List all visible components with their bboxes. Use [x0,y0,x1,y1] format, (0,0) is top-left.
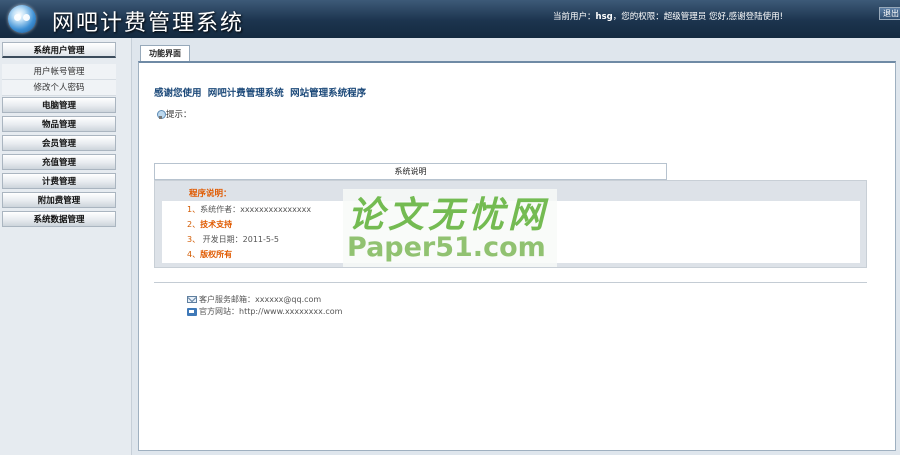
user-suffix: 您好,感谢登陆使用! [706,12,784,22]
info-num: 4、 [187,250,201,259]
info-row-copyright: 4、版权所有 [187,249,232,260]
info-num: 2、 [187,220,201,229]
user-name: hsg [595,12,613,22]
sidebar-group-members[interactable]: 会员管理 [2,135,116,151]
sidebar-group-billing[interactable]: 计费管理 [2,173,116,189]
contact-email: 客户服务邮箱：xxxxxx@qq.com [187,294,321,305]
contact-website: 官方网站：http://www.xxxxxxxx.com [187,306,342,317]
welcome-text: 感谢您使用 网吧计费管理系统 网站管理系统程序 [154,88,367,99]
sidebar-group-surcharge[interactable]: 附加费管理 [2,192,116,208]
info-row-support: 2、技术支持 [187,219,232,230]
info-num: 3、 [187,235,201,244]
info-text: 开发日期：2011-5-5 [200,235,279,244]
watermark-chinese: 论文无忧网 [348,195,549,236]
info-text: 技术支持 [200,220,233,229]
logo-icon [8,5,36,33]
sidebar-group-recharge[interactable]: 充值管理 [2,154,116,170]
sidebar-item-user-accounts[interactable]: 用户帐号管理 [2,64,116,80]
sidebar: 系统用户管理 用户帐号管理 修改个人密码 电脑管理 物品管理 会员管理 充值管理… [0,38,132,455]
hint-row: 提示： [157,108,192,120]
user-mid: ，您的权限： [612,12,664,22]
user-role: 超级管理员 [663,12,707,22]
info-text: 版权所有 [200,250,233,259]
email-label: 客户服务邮箱： [199,295,255,304]
sidebar-group-goods[interactable]: 物品管理 [2,116,116,132]
sidebar-group-computers[interactable]: 电脑管理 [2,97,116,113]
email-value[interactable]: xxxxxx@qq.com [255,295,321,304]
section-divider [154,282,867,283]
sidebar-group-system-data[interactable]: 系统数据管理 [2,211,116,227]
website-icon [187,307,197,316]
user-info: 当前用户：hsg，您的权限：超级管理员 您好,感谢登陆使用! [553,10,783,22]
lightbulb-icon [157,110,166,119]
hint-label: 提示： [166,110,192,120]
mail-icon [187,296,197,303]
system-info-header: 系统说明 [154,163,667,180]
info-num: 1、 [187,205,201,214]
info-text: 系统作者：xxxxxxxxxxxxxxx [200,205,312,214]
top-header: 网吧计费管理系统 当前用户：hsg，您的权限：超级管理员 您好,感谢登陆使用! … [0,0,900,38]
website-label: 官方网站： [199,307,239,316]
sidebar-item-change-password[interactable]: 修改个人密码 [2,80,116,96]
logout-button[interactable]: 退出 [879,7,900,20]
sidebar-group-system-users[interactable]: 系统用户管理 [2,42,116,58]
user-prefix: 当前用户： [553,12,596,22]
app-title: 网吧计费管理系统 [52,11,245,36]
tab-function-view[interactable]: 功能界面 [140,45,190,61]
info-row-author: 1、系统作者：xxxxxxxxxxxxxxx [187,204,311,215]
website-value[interactable]: http://www.xxxxxxxx.com [239,307,342,316]
program-info-title: 程序说明： [189,189,232,199]
watermark-english: Paper51.com [347,232,546,263]
info-row-date: 3、 开发日期：2011-5-5 [187,234,279,245]
